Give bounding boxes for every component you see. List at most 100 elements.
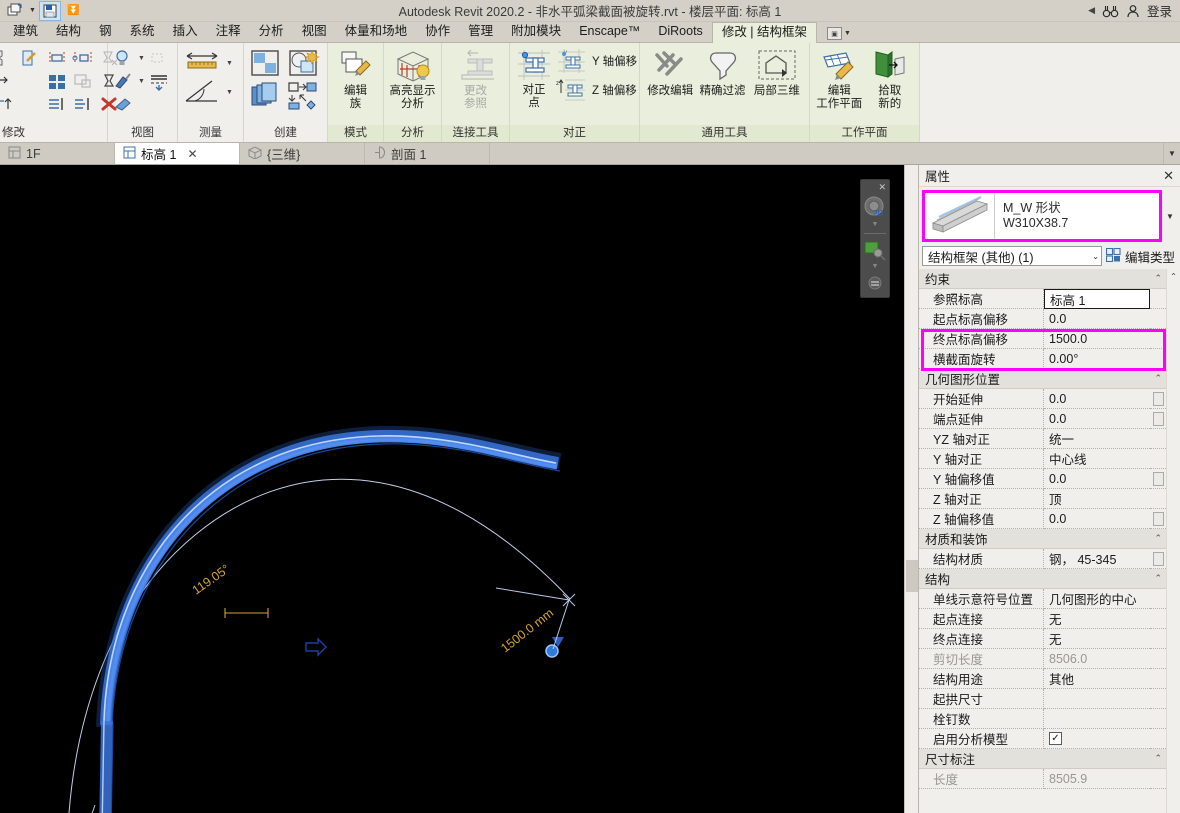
- ribbon-tab-8[interactable]: 体量和场地: [336, 22, 417, 42]
- property-row-y-offset-value[interactable]: Y 轴偏移值 0.0: [919, 469, 1166, 489]
- measure-caret-icon[interactable]: ▼: [226, 60, 233, 67]
- property-value[interactable]: 0.0: [1044, 389, 1150, 409]
- type-selector-row[interactable]: M_W 形状 W310X38.7 ▼: [919, 187, 1180, 245]
- property-value-checkbox-cell[interactable]: ✓: [1044, 729, 1150, 749]
- ribbon-minimize-icon[interactable]: ▣: [827, 27, 843, 40]
- measure-distance-icon[interactable]: [182, 49, 224, 77]
- copy-to-clipboard-icon[interactable]: [248, 80, 284, 112]
- split-face-icon[interactable]: [0, 93, 16, 115]
- ribbon-tab-11[interactable]: 附加模块: [502, 22, 570, 42]
- ribbon-tab-9[interactable]: 协作: [416, 22, 459, 42]
- offset-icon[interactable]: [71, 47, 95, 69]
- qat-overflow-caret-icon[interactable]: ⏬: [63, 5, 80, 16]
- ribbon-tab-10[interactable]: 管理: [459, 22, 502, 42]
- collapse-icon[interactable]: ⌃: [1154, 373, 1162, 384]
- create-similar-icon[interactable]: [248, 47, 284, 79]
- match-type-icon[interactable]: [112, 93, 136, 115]
- property-row-structural-usage[interactable]: 结构用途 其他: [919, 669, 1166, 689]
- ribbon-tab-bar[interactable]: 建筑 结构 钢 系统 插入 注释 分析 视图 体量和场地 协作 管理 附加模块 …: [0, 22, 1180, 43]
- ribbon-tab-modify-structural-framing[interactable]: 修改 | 结构框架: [711, 22, 818, 43]
- navbar-options-icon[interactable]: [861, 273, 889, 293]
- view-tab-bar[interactable]: 1F 标高 1 ✕ {三维} 剖面 1 ▼: [0, 143, 1180, 165]
- visibility-bulb-icon[interactable]: [112, 47, 136, 69]
- collapse-icon[interactable]: ⌃: [1154, 533, 1162, 544]
- property-group-materials[interactable]: 材质和装饰 ⌃: [919, 529, 1166, 549]
- checkbox-icon[interactable]: ✓: [1049, 732, 1062, 745]
- edit-group-icon[interactable]: [286, 80, 322, 112]
- property-value[interactable]: 钢， 45-345: [1044, 549, 1150, 569]
- property-row-stud-count[interactable]: 栓钉数: [919, 709, 1166, 729]
- ribbon-tab-2[interactable]: 钢: [90, 22, 121, 42]
- edit-family-button[interactable]: 编辑族: [332, 46, 379, 122]
- chevron-down-icon[interactable]: ⌄: [1092, 252, 1099, 261]
- property-group-structural[interactable]: 结构 ⌃: [919, 569, 1166, 589]
- modify-edit-button[interactable]: 修改编辑: [644, 46, 696, 122]
- open-file-icon[interactable]: [4, 1, 26, 21]
- align-icon[interactable]: [45, 47, 69, 69]
- ribbon-display-toggle[interactable]: ▣ ▼: [817, 27, 861, 42]
- property-row-enable-analytical-model[interactable]: 启用分析模型 ✓: [919, 729, 1166, 749]
- property-row-camber-size[interactable]: 起拱尺寸: [919, 689, 1166, 709]
- type-selector-caret-icon[interactable]: ▼: [1162, 190, 1178, 242]
- property-value[interactable]: [1044, 689, 1150, 709]
- close-icon[interactable]: ✕: [187, 147, 197, 161]
- copy-icon[interactable]: [45, 70, 69, 92]
- close-icon[interactable]: ✕: [1163, 168, 1174, 184]
- linework-icon[interactable]: [147, 70, 171, 92]
- save-icon[interactable]: [38, 0, 61, 21]
- property-value[interactable]: 几何图形的中心: [1044, 589, 1150, 609]
- steering-wheel-2d-icon[interactable]: 2D: [861, 192, 889, 222]
- ribbon-tab-7[interactable]: 视图: [293, 22, 336, 42]
- justify-points-button[interactable]: 对正点: [514, 45, 554, 121]
- property-browse-button[interactable]: [1150, 389, 1166, 409]
- property-row-yz-justification[interactable]: YZ 轴对正 统一: [919, 429, 1166, 449]
- drawing-canvas[interactable]: 119.05° 1500.0 mm 0.0 mm: [0, 165, 918, 813]
- edit-type-button[interactable]: 编辑类型: [1105, 247, 1178, 266]
- mirror-icon[interactable]: [71, 93, 95, 115]
- ribbon-tab-12[interactable]: Enscape™: [570, 22, 649, 42]
- precise-filter-button[interactable]: 精确过滤: [696, 46, 748, 122]
- property-row-y-justification[interactable]: Y 轴对正 中心线: [919, 449, 1166, 469]
- navigation-bar[interactable]: ✕ 2D ▼ ▼: [860, 179, 890, 298]
- property-row-stick-symbol-location[interactable]: 单线示意符号位置 几何图形的中心: [919, 589, 1166, 609]
- prev-arrow-icon[interactable]: ◀: [1088, 5, 1095, 16]
- ribbon-tab-5[interactable]: 注释: [207, 22, 250, 42]
- ribbon-tab-6[interactable]: 分析: [250, 22, 293, 42]
- property-browse-button[interactable]: [1150, 509, 1166, 529]
- zoom-tool-caret-icon[interactable]: ▼: [872, 263, 879, 273]
- property-value[interactable]: 0.00°: [1044, 349, 1150, 369]
- view-tab-section-1[interactable]: 剖面 1: [365, 143, 490, 164]
- scroll-up-icon[interactable]: ⌃: [1167, 269, 1180, 283]
- view-tab-3d[interactable]: {三维}: [240, 143, 365, 164]
- ribbon-tab-1[interactable]: 结构: [47, 22, 90, 42]
- property-value[interactable]: 无: [1044, 609, 1150, 629]
- view-tab-level-1[interactable]: 标高 1 ✕: [115, 143, 240, 164]
- search-binoculars-icon[interactable]: [1102, 4, 1119, 18]
- property-row-start-extension[interactable]: 开始延伸 0.0: [919, 389, 1166, 409]
- ribbon-tab-3[interactable]: 系统: [121, 22, 164, 42]
- property-value[interactable]: 标高 1: [1044, 289, 1150, 309]
- property-value[interactable]: 无: [1044, 629, 1150, 649]
- highlight-analysis-button[interactable]: 高亮显示 分析: [388, 46, 437, 122]
- zoom-tool-icon[interactable]: [861, 236, 889, 264]
- view-tab-1f[interactable]: 1F: [0, 143, 115, 164]
- property-row-structural-material[interactable]: 结构材质 钢， 45-345: [919, 549, 1166, 569]
- measure-angle-caret-icon[interactable]: ▼: [226, 89, 233, 96]
- cut-geometry-icon[interactable]: [18, 47, 42, 69]
- collapse-icon[interactable]: ⌃: [1154, 573, 1162, 584]
- property-row-start-connection[interactable]: 起点连接 无: [919, 609, 1166, 629]
- cope-icon[interactable]: [0, 47, 16, 69]
- collapse-icon[interactable]: ⌃: [1154, 273, 1162, 284]
- property-value[interactable]: 其他: [1044, 669, 1150, 689]
- visibility-caret-icon[interactable]: ▼: [138, 55, 145, 62]
- view-tab-overflow-caret-icon[interactable]: ▼: [1164, 143, 1180, 164]
- property-row-reference-level[interactable]: 参照标高 标高 1: [919, 289, 1166, 309]
- user-account-icon[interactable]: [1126, 4, 1140, 18]
- property-browse-button[interactable]: [1150, 409, 1166, 429]
- property-group-geometry-position[interactable]: 几何图形位置 ⌃: [919, 369, 1166, 389]
- join-geometry-icon[interactable]: [0, 70, 16, 92]
- navbar-close-icon[interactable]: ✕: [878, 183, 889, 192]
- property-browse-button[interactable]: [1150, 469, 1166, 489]
- y-axis-offset-icon[interactable]: y: [554, 47, 588, 75]
- ribbon-tab-13[interactable]: DiRoots: [649, 22, 711, 42]
